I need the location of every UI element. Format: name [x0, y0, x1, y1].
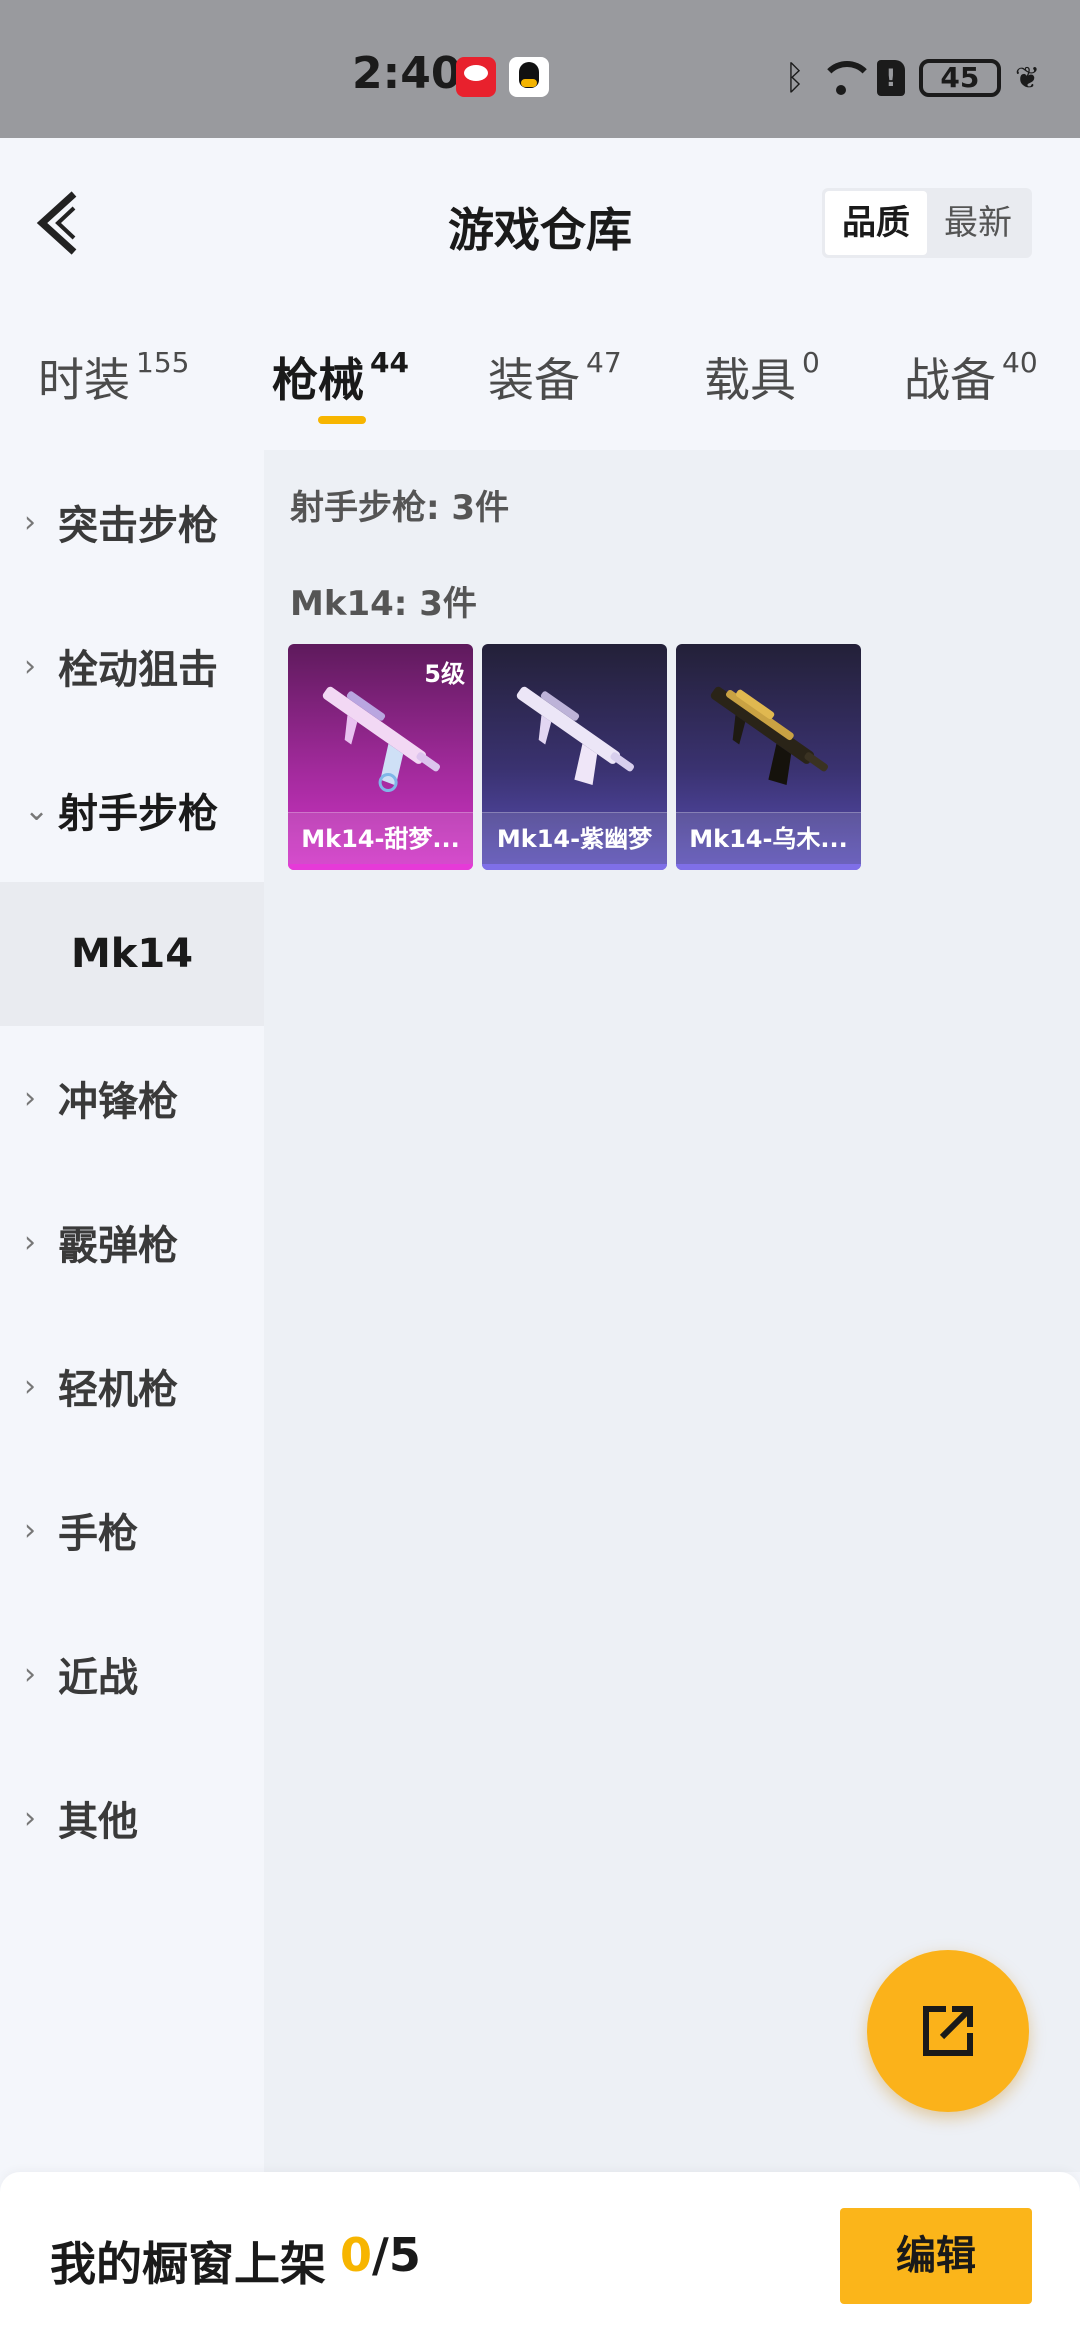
tab-label: 载具 [704, 353, 796, 407]
sidebar-item-label: 射手步枪 [58, 791, 218, 837]
battery-icon: 45 [918, 59, 1001, 97]
chevron-right-icon: › [24, 1656, 36, 1692]
showcase-count-total: /5 [372, 2228, 421, 2282]
external-link-icon [923, 2006, 973, 2056]
leaf-icon: ❦ [1014, 60, 1040, 96]
sidebar-item-other[interactable]: › 其他 [0, 1746, 264, 1890]
qq-penguin-notification-icon [509, 57, 549, 97]
sidebar-item-label: 霰弹枪 [58, 1223, 178, 1269]
showcase-status: 我的橱窗上架 0 /5 [50, 2228, 421, 2294]
weapon-group-title: Mk14: 3件 [290, 584, 477, 624]
chevron-right-icon: › [24, 1224, 36, 1260]
sidebar-item-label: 手枪 [58, 1511, 138, 1557]
showcase-count-current: 0 [340, 2228, 373, 2282]
sidebar-item-pistol[interactable]: › 手枪 [0, 1458, 264, 1602]
sidebar-subitem-mk14[interactable]: Mk14 [0, 882, 264, 1026]
chevron-right-icon: › [24, 504, 36, 540]
tab-vehicles[interactable]: 载具 0 [704, 344, 820, 410]
sidebar-item-marksman-rifle[interactable]: ⌄ 射手步枪 [0, 738, 264, 882]
tab-equipment[interactable]: 装备 47 [488, 344, 622, 410]
chevron-right-icon: › [24, 1368, 36, 1404]
edit-button[interactable]: 编辑 [840, 2208, 1032, 2304]
item-card[interactable]: Mk14-紫幽梦 [482, 644, 667, 870]
rifle-skin-image [322, 686, 440, 793]
status-time: 2:40 [352, 48, 462, 99]
sort-option-latest[interactable]: 最新 [927, 191, 1029, 255]
sidebar-item-label: 其他 [58, 1799, 138, 1845]
tab-count: 0 [802, 346, 820, 379]
chevron-right-icon: › [24, 1512, 36, 1548]
sidebar-item-shotgun[interactable]: › 霰弹枪 [0, 1170, 264, 1314]
sidebar-item-assault-rifle[interactable]: › 突击步枪 [0, 450, 264, 594]
sidebar-item-label: 栓动狙击 [58, 647, 218, 693]
tab-label: 装备 [488, 353, 580, 407]
tab-count: 40 [1002, 346, 1038, 379]
sidebar-item-label: 轻机枪 [58, 1367, 178, 1413]
tab-count: 44 [370, 346, 409, 379]
item-name: Mk14-紫幽梦 [482, 812, 667, 870]
active-tab-indicator [318, 416, 366, 424]
sort-toggle: 品质 最新 [822, 188, 1032, 258]
tab-fashion[interactable]: 时装 155 [38, 344, 189, 410]
tab-supplies[interactable]: 战备 40 [904, 344, 1038, 410]
showcase-label: 我的橱窗上架 [50, 2237, 326, 2291]
showcase-bottom-bar: 我的橱窗上架 0 /5 编辑 [0, 2172, 1080, 2340]
item-name: Mk14-甜梦... [288, 812, 473, 870]
sidebar-item-label: 突击步枪 [58, 503, 218, 549]
sort-option-quality[interactable]: 品质 [825, 191, 927, 255]
tab-count: 47 [586, 346, 622, 379]
weapon-category-sidebar: › 突击步枪 › 栓动狙击 ⌄ 射手步枪 Mk14 › 冲锋枪 › 霰弹枪 › … [0, 450, 264, 2172]
sidebar-item-label: 冲锋枪 [58, 1079, 178, 1125]
chevron-right-icon: › [24, 1080, 36, 1116]
bluetooth-icon: ᛒ [784, 58, 805, 98]
rifle-skin-image [710, 686, 828, 785]
item-card[interactable]: Mk14-乌木... [676, 644, 861, 870]
sim-alert-icon: ! [876, 60, 905, 96]
tab-label: 战备 [904, 353, 996, 407]
item-card[interactable]: 5级 Mk14-甜梦... [288, 644, 473, 870]
sidebar-item-lmg[interactable]: › 轻机枪 [0, 1314, 264, 1458]
item-name: Mk14-乌木... [676, 812, 861, 870]
category-tabs: 时装 155 枪械 44 装备 47 载具 0 战备 40 [0, 308, 1080, 450]
wifi-icon [818, 61, 875, 95]
sidebar-item-melee[interactable]: › 近战 [0, 1602, 264, 1746]
tab-guns[interactable]: 枪械 44 [272, 344, 409, 410]
share-fab-button[interactable] [867, 1950, 1029, 2112]
tab-label: 枪械 [272, 353, 364, 407]
status-bar: 2:40 ᛒ ! 45 ❦ [0, 0, 1080, 138]
shopping-app-notification-icon [456, 57, 496, 97]
item-card-list: 5级 Mk14-甜梦... Mk14-紫幽梦 Mk14-乌木... [288, 644, 861, 870]
item-grid-panel: 射手步枪: 3件 Mk14: 3件 5级 Mk14-甜梦... Mk14-紫幽梦… [264, 450, 1080, 2172]
chevron-down-icon: ⌄ [24, 792, 50, 828]
tab-count: 155 [136, 346, 190, 379]
chevron-right-icon: › [24, 648, 36, 684]
tab-label: 时装 [38, 353, 130, 407]
category-count-title: 射手步枪: 3件 [290, 488, 510, 528]
sidebar-item-bolt-sniper[interactable]: › 栓动狙击 [0, 594, 264, 738]
sidebar-item-smg[interactable]: › 冲锋枪 [0, 1026, 264, 1170]
app-header: 游戏仓库 品质 最新 [0, 138, 1080, 308]
rifle-skin-image [516, 686, 634, 785]
chevron-right-icon: › [24, 1800, 36, 1836]
sidebar-item-label: 近战 [58, 1655, 138, 1701]
